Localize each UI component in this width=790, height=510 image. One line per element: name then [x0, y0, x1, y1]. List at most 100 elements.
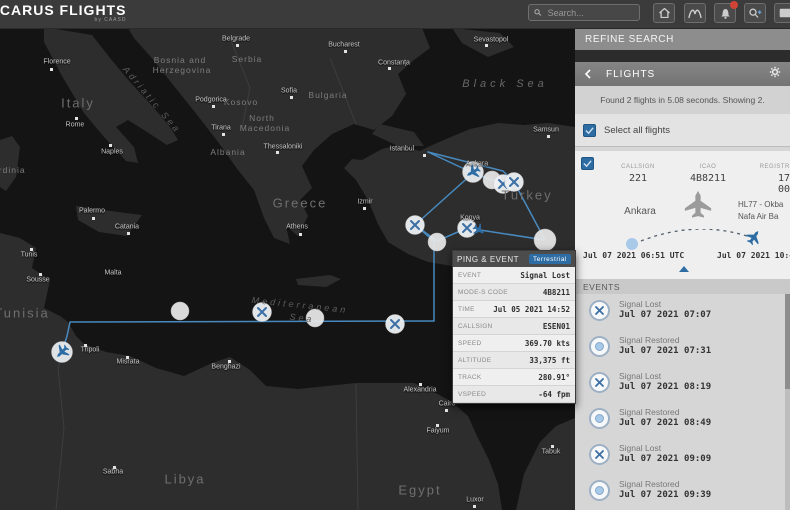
aircraft-position-marker[interactable]: [51, 341, 73, 363]
ping-marker[interactable]: [305, 308, 325, 328]
tooltip-row: SPEED 369.70 kts: [453, 335, 575, 352]
registration-value: 17-002: [777, 173, 790, 195]
event-item-restored[interactable]: Signal Restored Jul 07 2021 09:39: [575, 478, 790, 510]
search-input[interactable]: [545, 6, 634, 19]
event-text: Signal Restored Jul 07 2021 07:31: [619, 335, 712, 356]
city-dot: [211, 104, 215, 108]
ping-event-tooltip: PING & EVENT Terrestrial EVENT Signal Los…: [452, 250, 576, 404]
city-dot: [289, 95, 293, 99]
route-arc: [626, 229, 765, 250]
app-logo: ICARUS FLIGHTS by CAASD: [0, 3, 126, 23]
flights-header-bar: FLIGHTS: [575, 62, 790, 86]
callsign-value: 221: [628, 173, 648, 184]
icao-value: 4B8211: [689, 173, 727, 184]
signal-lost-marker[interactable]: [252, 302, 272, 322]
flight-card[interactable]: CALLSIGN 221 ICAO 4B8211 REGISTRATION 17…: [575, 151, 790, 279]
tooltip-row: EVENT Signal Lost: [453, 267, 575, 284]
city-dot: [418, 382, 422, 386]
city-dot: [221, 132, 225, 136]
city-dot: [38, 272, 42, 276]
events-scrollbar[interactable]: [785, 294, 790, 510]
event-text: Signal Lost Jul 07 2021 09:09: [619, 443, 712, 464]
results-summary: Found 2 flights in 5.08 seconds. Showing…: [575, 86, 790, 114]
gear-icon[interactable]: [769, 65, 781, 83]
callsign-label: CALLSIGN: [621, 164, 655, 170]
event-item-lost[interactable]: Signal Lost Jul 07 2021 08:19: [575, 370, 790, 406]
destination-text: HL77 - Okba Nafa Air Ba: [738, 200, 784, 221]
city-dot: [227, 359, 231, 363]
icao-label: ICAO: [699, 164, 717, 170]
signal-lost-icon: [589, 300, 610, 321]
tooltip-row: VSPEED -64 fpm: [453, 386, 575, 403]
ping-marker[interactable]: [533, 228, 557, 252]
signal-restored-icon: [589, 408, 610, 429]
flight-paths-button[interactable]: [684, 3, 706, 23]
city-dot: [484, 43, 488, 47]
source-badge: Terrestrial: [528, 254, 571, 264]
event-item-restored[interactable]: Signal Restored Jul 07 2021 07:31: [575, 334, 790, 370]
panels-button[interactable]: [774, 3, 790, 23]
flight-checkbox[interactable]: [581, 157, 594, 170]
tooltip-row: ALTITUDE 33,375 ft: [453, 352, 575, 369]
refine-search-bar[interactable]: REFINE SEARCH: [575, 28, 790, 50]
city-dot: [546, 134, 550, 138]
refine-search-label: REFINE SEARCH: [585, 33, 674, 45]
city-dot: [108, 143, 112, 147]
collapse-events-arrow[interactable]: [679, 266, 689, 272]
back-chevron-icon[interactable]: [584, 69, 592, 79]
global-search[interactable]: [528, 4, 640, 21]
sidebar-divider: [575, 50, 790, 62]
flight-paths-icon: [688, 9, 702, 18]
right-sidebar: REFINE SEARCH FLIGHTS Found 2 flights in…: [575, 28, 790, 510]
tooltip-header: PING & EVENT Terrestrial: [453, 251, 575, 267]
tooltip-row: TIME Jul 05 2021 14:52: [453, 301, 575, 318]
select-all-row[interactable]: Select all flights: [575, 114, 790, 147]
signal-lost-icon: [589, 444, 610, 465]
city-dot: [126, 231, 130, 235]
city-dot: [275, 150, 279, 154]
aircraft-icon: [684, 190, 712, 218]
panels-icon: [779, 8, 790, 18]
city-dot: [112, 465, 116, 469]
city-dot: [435, 423, 439, 427]
home-button[interactable]: [653, 3, 675, 23]
event-text: Signal Lost Jul 07 2021 07:07: [619, 299, 712, 320]
event-text: Signal Restored Jul 07 2021 08:49: [619, 407, 712, 428]
signal-lost-icon: [589, 372, 610, 393]
arrival-time: Jul 07 2021 10:45: [717, 251, 790, 260]
tooltip-row: TRACK 280.91°: [453, 369, 575, 386]
signal-lost-marker[interactable]: [504, 172, 524, 192]
aircraft-position-marker[interactable]: [462, 161, 484, 183]
select-all-checkbox[interactable]: [583, 123, 596, 137]
tooltip-row: MODE-S CODE 4B8211: [453, 284, 575, 301]
signal-restored-icon: [589, 336, 610, 357]
city-dot: [91, 216, 95, 220]
ping-marker[interactable]: [427, 232, 447, 252]
notification-badge: [730, 1, 738, 9]
signal-lost-marker[interactable]: [385, 314, 405, 334]
events-list: Signal Lost Jul 07 2021 07:07 Signal Resto…: [575, 294, 790, 510]
search-icon: [534, 9, 542, 16]
app-title: ICARUS FLIGHTS: [0, 2, 127, 18]
origin-city: Ankara: [624, 206, 656, 217]
city-dot: [444, 408, 448, 412]
search-plus-button[interactable]: [744, 3, 766, 23]
city-dot: [74, 116, 78, 120]
city-dot: [362, 206, 366, 210]
event-text: Signal Lost Jul 07 2021 08:19: [619, 371, 712, 392]
home-icon: [658, 8, 670, 18]
bell-icon: [720, 8, 730, 19]
notifications-button[interactable]: [714, 1, 738, 23]
ping-marker[interactable]: [170, 301, 190, 321]
tooltip-title: PING & EVENT: [457, 254, 520, 264]
event-item-restored[interactable]: Signal Restored Jul 07 2021 08:49: [575, 406, 790, 442]
event-item-lost[interactable]: Signal Lost Jul 07 2021 07:07: [575, 298, 790, 334]
city-dot: [235, 43, 239, 47]
signal-lost-marker[interactable]: [405, 215, 425, 235]
tooltip-row: CALLSIGN ESEN01: [453, 318, 575, 335]
city-dot: [125, 355, 129, 359]
signal-restored-icon: [589, 480, 610, 501]
city-dot: [29, 247, 33, 251]
event-item-lost[interactable]: Signal Lost Jul 07 2021 09:09: [575, 442, 790, 478]
city-dot: [550, 444, 554, 448]
